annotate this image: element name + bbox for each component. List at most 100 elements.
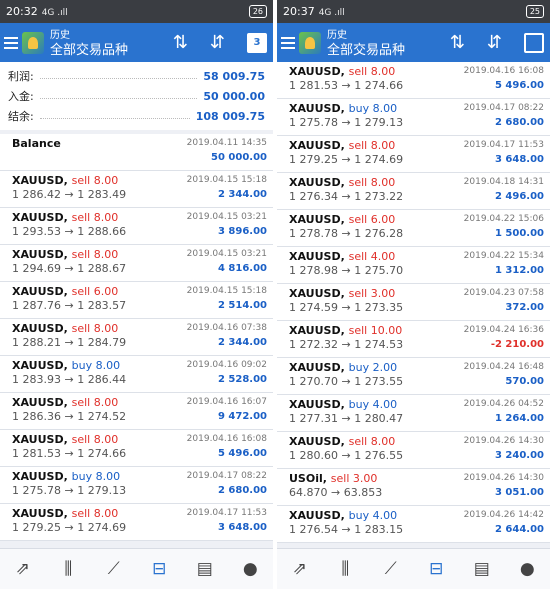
summary-value: 58 009.75 [203,69,265,83]
news-icon[interactable]: ▤ [467,559,497,579]
trade-symbol: XAUUSD, [289,361,345,374]
page-subtitle[interactable]: 全部交易品种 [327,43,405,58]
trade-row[interactable]: XAUUSD, sell 8.00 1 281.53 → 1 274.66 2019… [277,62,550,99]
trade-row[interactable]: XAUUSD, sell 6.00 1 287.76 → 1 283.57 2019… [0,282,273,319]
trade-symbol: XAUUSD, [12,507,68,520]
app-logo [22,31,44,54]
trade-profit: 5 496.00 [494,80,544,91]
summary-value: 108 009.75 [195,109,265,123]
menu-icon[interactable] [281,36,295,49]
trade-row[interactable]: XAUUSD, sell 8.00 1 279.25 → 1 274.69 2019… [277,136,550,173]
trade-row[interactable]: XAUUSD, sell 8.00 1 281.53 → 1 274.66 2019… [0,430,273,467]
trade-date: 2019.04.17 11:53 [463,140,544,150]
trade-arrows-icon[interactable]: ⇗ [8,559,38,579]
chat-bubble-icon[interactable]: ● [512,559,542,579]
trade-row[interactable]: XAUUSD, sell 4.00 1 278.98 → 1 275.70 2019… [277,247,550,284]
trade-row[interactable]: XAUUSD, sell 3.00 1 274.59 → 1 273.35 2019… [277,284,550,321]
trade-row[interactable]: XAUUSD, sell 8.00 1 294.69 → 1 288.67 2019… [0,245,273,282]
status-bar: 20:32 4G .ıll 26 [0,0,273,23]
line-chart-icon[interactable]: ⟋ [376,559,406,579]
clock: 20:32 [6,5,38,18]
trade-profit: 4 816.00 [217,263,267,274]
trade-symbol: XAUUSD, [12,248,68,261]
trade-row[interactable]: XAUUSD, sell 8.00 1 293.53 → 1 288.66 2019… [0,208,273,245]
trade-row[interactable]: XAUUSD, sell 8.00 1 279.25 → 1 274.69 2019… [0,504,273,541]
trade-profit: 3 648.00 [217,522,267,533]
trade-symbol: XAUUSD, [289,435,345,448]
trade-row[interactable]: XAUUSD, buy 8.00 1 275.78 → 1 279.13 2019.… [277,99,550,136]
calendar-icon[interactable] [524,32,544,53]
trade-side: sell 3.00 [330,472,378,485]
trade-side: buy 4.00 [348,509,398,522]
trade-date: 2019.04.17 11:53 [186,508,267,518]
bottom-nav: ⇗ ⫼ ⟋ ⊟ ▤ ● [277,548,550,589]
candlestick-chart-icon[interactable]: ⫼ [330,559,360,579]
trade-symbol: XAUUSD, [12,433,68,446]
history-inbox-icon[interactable]: ⊟ [144,559,174,579]
trade-row[interactable]: XAUUSD, buy 8.00 1 283.93 → 1 286.44 2019.… [0,356,273,393]
trade-symbol: XAUUSD, [289,176,345,189]
trade-side: sell 8.00 [71,248,119,261]
balance-row[interactable]: Balance 2019.04.11 14:35 50 000.00 [0,134,273,171]
trade-row[interactable]: XAUUSD, buy 4.00 1 276.54 → 1 283.15 2019.… [277,506,550,543]
menu-icon[interactable] [4,36,18,49]
trade-symbol: XAUUSD, [12,396,68,409]
sort-icon[interactable]: ⇵ [210,33,225,52]
sort-icon[interactable]: ⇵ [487,33,502,52]
trade-row[interactable]: XAUUSD, buy 2.00 1 270.70 → 1 273.55 2019.… [277,358,550,395]
calendar-icon[interactable]: 3 [247,32,267,53]
summary-label: 入金: [8,90,34,103]
trade-profit: 5 496.00 [217,448,267,459]
news-icon[interactable]: ▤ [190,559,220,579]
trade-row[interactable]: XAUUSD, sell 8.00 1 276.34 → 1 273.22 2019… [277,173,550,210]
trade-symbol: XAUUSD, [12,470,68,483]
currency-exchange-icon[interactable]: ⇅ [450,33,465,52]
trade-date: 2019.04.15 15:18 [186,175,267,185]
trade-profit: 2 514.00 [217,300,267,311]
trade-date: 2019.04.16 09:02 [186,360,267,370]
trade-profit: 1 500.00 [494,228,544,239]
summary-row: 利润: 58 009.75 [8,66,265,86]
currency-exchange-icon[interactable]: ⇅ [173,33,188,52]
balance-date: 2019.04.11 14:35 [186,138,267,148]
trade-row[interactable]: XAUUSD, buy 4.00 1 277.31 → 1 280.47 2019.… [277,395,550,432]
trade-side: buy 8.00 [71,359,121,372]
trade-arrows-icon[interactable]: ⇗ [285,559,315,579]
trade-symbol: XAUUSD, [12,211,68,224]
trade-row[interactable]: XAUUSD, sell 8.00 1 280.60 → 1 276.55 2019… [277,432,550,469]
bottom-nav: ⇗ ⫼ ⟋ ⊟ ▤ ● [0,548,273,589]
trade-date: 2019.04.18 14:31 [463,177,544,187]
line-chart-icon[interactable]: ⟋ [99,559,129,579]
trade-row[interactable]: USOil, sell 3.00 64.870 → 63.853 2019.04.2… [277,469,550,506]
trade-row[interactable]: XAUUSD, sell 6.00 1 278.78 → 1 276.28 2019… [277,210,550,247]
trade-date: 2019.04.16 16:07 [186,397,267,407]
trade-date: 2019.04.15 15:18 [186,286,267,296]
trade-side: sell 4.00 [348,250,396,263]
trade-row[interactable]: XAUUSD, sell 8.00 1 286.36 → 1 274.52 2019… [0,393,273,430]
trade-row[interactable]: XAUUSD, buy 8.00 1 275.78 → 1 279.13 2019.… [0,467,273,504]
trade-symbol: XAUUSD, [289,139,345,152]
page-subtitle[interactable]: 全部交易品种 [50,43,128,58]
signal-icon: 4G .ıll [318,8,345,18]
trade-profit: 2 680.00 [217,485,267,496]
chat-bubble-icon[interactable]: ● [235,559,265,579]
trade-symbol: XAUUSD, [289,250,345,263]
trade-side: sell 8.00 [71,507,119,520]
left-screenshot: 20:32 4G .ıll 26 历史 全部交易品种 ⇅ ⇵ 3 利润: 58 00… [0,0,273,589]
app-bar: 历史 全部交易品种 ⇅ ⇵ [277,23,550,62]
trade-side: buy 2.00 [348,361,398,374]
candlestick-chart-icon[interactable]: ⫼ [53,559,83,579]
divider [39,117,190,119]
trade-symbol: XAUUSD, [289,102,345,115]
trade-row[interactable]: XAUUSD, sell 8.00 1 286.42 → 1 283.49 2019… [0,171,273,208]
trade-row[interactable]: XAUUSD, sell 8.00 1 288.21 → 1 284.79 2019… [0,319,273,356]
signal-icon: 4G .ıll [41,8,68,18]
trade-side: sell 8.00 [71,322,119,335]
trade-profit: 3 051.00 [494,487,544,498]
trade-row[interactable]: XAUUSD, sell 10.00 1 272.32 → 1 274.53 201… [277,321,550,358]
trade-symbol: XAUUSD, [12,174,68,187]
trade-date: 2019.04.16 16:08 [186,434,267,444]
trade-symbol: USOil, [289,472,327,485]
trade-symbol: XAUUSD, [289,324,345,337]
history-inbox-icon[interactable]: ⊟ [421,559,451,579]
